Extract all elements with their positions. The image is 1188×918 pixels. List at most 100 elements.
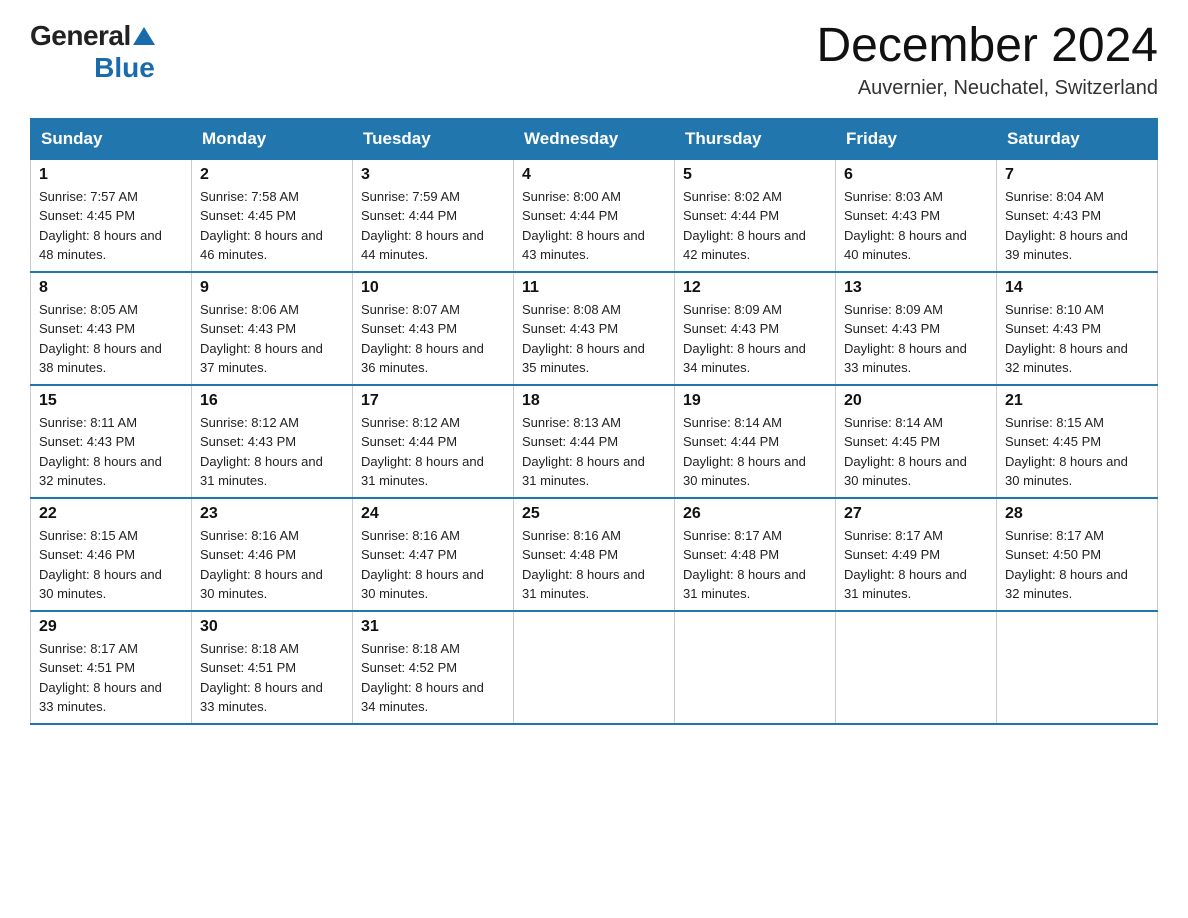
header-row: Sunday Monday Tuesday Wednesday Thursday… — [31, 118, 1158, 159]
day-number: 17 — [361, 392, 505, 410]
day-number: 8 — [39, 279, 183, 297]
header-friday: Friday — [836, 118, 997, 159]
day-info: Sunrise: 8:12 AM Sunset: 4:44 PM Dayligh… — [361, 413, 505, 491]
day-number: 22 — [39, 505, 183, 523]
page-header: General Blue December 2024 Auvernier, Ne… — [30, 20, 1158, 100]
calendar-week-row: 22 Sunrise: 8:15 AM Sunset: 4:46 PM Dayl… — [31, 498, 1158, 611]
calendar-day-cell: 9 Sunrise: 8:06 AM Sunset: 4:43 PM Dayli… — [192, 272, 353, 385]
logo-general-text: General — [30, 20, 131, 52]
calendar-day-cell: 1 Sunrise: 7:57 AM Sunset: 4:45 PM Dayli… — [31, 159, 192, 272]
calendar-day-cell: 29 Sunrise: 8:17 AM Sunset: 4:51 PM Dayl… — [31, 611, 192, 724]
calendar-day-cell: 24 Sunrise: 8:16 AM Sunset: 4:47 PM Dayl… — [353, 498, 514, 611]
calendar-day-cell: 17 Sunrise: 8:12 AM Sunset: 4:44 PM Dayl… — [353, 385, 514, 498]
header-monday: Monday — [192, 118, 353, 159]
calendar-day-cell — [514, 611, 675, 724]
day-number: 25 — [522, 505, 666, 523]
calendar-day-cell — [836, 611, 997, 724]
day-number: 14 — [1005, 279, 1149, 297]
day-info: Sunrise: 8:10 AM Sunset: 4:43 PM Dayligh… — [1005, 300, 1149, 378]
header-thursday: Thursday — [675, 118, 836, 159]
calendar-day-cell: 8 Sunrise: 8:05 AM Sunset: 4:43 PM Dayli… — [31, 272, 192, 385]
day-info: Sunrise: 7:58 AM Sunset: 4:45 PM Dayligh… — [200, 187, 344, 265]
day-info: Sunrise: 8:03 AM Sunset: 4:43 PM Dayligh… — [844, 187, 988, 265]
header-saturday: Saturday — [997, 118, 1158, 159]
day-info: Sunrise: 8:02 AM Sunset: 4:44 PM Dayligh… — [683, 187, 827, 265]
day-info: Sunrise: 8:14 AM Sunset: 4:44 PM Dayligh… — [683, 413, 827, 491]
calendar-day-cell: 20 Sunrise: 8:14 AM Sunset: 4:45 PM Dayl… — [836, 385, 997, 498]
calendar-day-cell: 18 Sunrise: 8:13 AM Sunset: 4:44 PM Dayl… — [514, 385, 675, 498]
calendar-day-cell: 5 Sunrise: 8:02 AM Sunset: 4:44 PM Dayli… — [675, 159, 836, 272]
day-number: 1 — [39, 166, 183, 184]
month-title: December 2024 — [816, 20, 1158, 73]
day-number: 13 — [844, 279, 988, 297]
calendar-day-cell: 26 Sunrise: 8:17 AM Sunset: 4:48 PM Dayl… — [675, 498, 836, 611]
day-number: 24 — [361, 505, 505, 523]
calendar-day-cell: 27 Sunrise: 8:17 AM Sunset: 4:49 PM Dayl… — [836, 498, 997, 611]
calendar-day-cell: 16 Sunrise: 8:12 AM Sunset: 4:43 PM Dayl… — [192, 385, 353, 498]
calendar-day-cell: 11 Sunrise: 8:08 AM Sunset: 4:43 PM Dayl… — [514, 272, 675, 385]
day-info: Sunrise: 8:09 AM Sunset: 4:43 PM Dayligh… — [844, 300, 988, 378]
title-section: December 2024 Auvernier, Neuchatel, Swit… — [816, 20, 1158, 100]
day-number: 20 — [844, 392, 988, 410]
calendar-day-cell: 7 Sunrise: 8:04 AM Sunset: 4:43 PM Dayli… — [997, 159, 1158, 272]
header-sunday: Sunday — [31, 118, 192, 159]
day-info: Sunrise: 8:16 AM Sunset: 4:47 PM Dayligh… — [361, 526, 505, 604]
day-info: Sunrise: 8:09 AM Sunset: 4:43 PM Dayligh… — [683, 300, 827, 378]
day-number: 7 — [1005, 166, 1149, 184]
calendar-header: Sunday Monday Tuesday Wednesday Thursday… — [31, 118, 1158, 159]
day-number: 31 — [361, 618, 505, 636]
calendar-day-cell: 21 Sunrise: 8:15 AM Sunset: 4:45 PM Dayl… — [997, 385, 1158, 498]
calendar-week-row: 8 Sunrise: 8:05 AM Sunset: 4:43 PM Dayli… — [31, 272, 1158, 385]
calendar-day-cell: 30 Sunrise: 8:18 AM Sunset: 4:51 PM Dayl… — [192, 611, 353, 724]
day-number: 21 — [1005, 392, 1149, 410]
calendar-week-row: 29 Sunrise: 8:17 AM Sunset: 4:51 PM Dayl… — [31, 611, 1158, 724]
day-number: 29 — [39, 618, 183, 636]
day-number: 5 — [683, 166, 827, 184]
day-number: 12 — [683, 279, 827, 297]
day-number: 4 — [522, 166, 666, 184]
calendar-day-cell: 10 Sunrise: 8:07 AM Sunset: 4:43 PM Dayl… — [353, 272, 514, 385]
day-number: 2 — [200, 166, 344, 184]
day-info: Sunrise: 7:59 AM Sunset: 4:44 PM Dayligh… — [361, 187, 505, 265]
calendar-day-cell — [675, 611, 836, 724]
location-subtitle: Auvernier, Neuchatel, Switzerland — [816, 77, 1158, 100]
logo: General Blue — [30, 20, 155, 84]
day-number: 15 — [39, 392, 183, 410]
calendar-day-cell: 6 Sunrise: 8:03 AM Sunset: 4:43 PM Dayli… — [836, 159, 997, 272]
calendar-day-cell: 14 Sunrise: 8:10 AM Sunset: 4:43 PM Dayl… — [997, 272, 1158, 385]
day-number: 26 — [683, 505, 827, 523]
day-number: 3 — [361, 166, 505, 184]
day-info: Sunrise: 8:14 AM Sunset: 4:45 PM Dayligh… — [844, 413, 988, 491]
calendar-day-cell: 19 Sunrise: 8:14 AM Sunset: 4:44 PM Dayl… — [675, 385, 836, 498]
calendar-day-cell: 2 Sunrise: 7:58 AM Sunset: 4:45 PM Dayli… — [192, 159, 353, 272]
day-number: 27 — [844, 505, 988, 523]
calendar-day-cell: 25 Sunrise: 8:16 AM Sunset: 4:48 PM Dayl… — [514, 498, 675, 611]
day-info: Sunrise: 8:04 AM Sunset: 4:43 PM Dayligh… — [1005, 187, 1149, 265]
day-info: Sunrise: 8:07 AM Sunset: 4:43 PM Dayligh… — [361, 300, 505, 378]
calendar-day-cell: 22 Sunrise: 8:15 AM Sunset: 4:46 PM Dayl… — [31, 498, 192, 611]
header-wednesday: Wednesday — [514, 118, 675, 159]
calendar-day-cell: 28 Sunrise: 8:17 AM Sunset: 4:50 PM Dayl… — [997, 498, 1158, 611]
calendar-day-cell: 23 Sunrise: 8:16 AM Sunset: 4:46 PM Dayl… — [192, 498, 353, 611]
calendar-day-cell — [997, 611, 1158, 724]
day-info: Sunrise: 8:12 AM Sunset: 4:43 PM Dayligh… — [200, 413, 344, 491]
day-info: Sunrise: 8:17 AM Sunset: 4:51 PM Dayligh… — [39, 639, 183, 717]
day-number: 10 — [361, 279, 505, 297]
day-number: 18 — [522, 392, 666, 410]
day-info: Sunrise: 7:57 AM Sunset: 4:45 PM Dayligh… — [39, 187, 183, 265]
calendar-table: Sunday Monday Tuesday Wednesday Thursday… — [30, 118, 1158, 725]
calendar-body: 1 Sunrise: 7:57 AM Sunset: 4:45 PM Dayli… — [31, 159, 1158, 724]
calendar-week-row: 15 Sunrise: 8:11 AM Sunset: 4:43 PM Dayl… — [31, 385, 1158, 498]
day-info: Sunrise: 8:16 AM Sunset: 4:48 PM Dayligh… — [522, 526, 666, 604]
calendar-day-cell: 13 Sunrise: 8:09 AM Sunset: 4:43 PM Dayl… — [836, 272, 997, 385]
header-tuesday: Tuesday — [353, 118, 514, 159]
logo-blue-text: Blue — [94, 52, 155, 84]
day-number: 30 — [200, 618, 344, 636]
calendar-week-row: 1 Sunrise: 7:57 AM Sunset: 4:45 PM Dayli… — [31, 159, 1158, 272]
day-number: 19 — [683, 392, 827, 410]
day-info: Sunrise: 8:17 AM Sunset: 4:48 PM Dayligh… — [683, 526, 827, 604]
day-info: Sunrise: 8:15 AM Sunset: 4:45 PM Dayligh… — [1005, 413, 1149, 491]
day-info: Sunrise: 8:08 AM Sunset: 4:43 PM Dayligh… — [522, 300, 666, 378]
day-info: Sunrise: 8:15 AM Sunset: 4:46 PM Dayligh… — [39, 526, 183, 604]
day-number: 28 — [1005, 505, 1149, 523]
